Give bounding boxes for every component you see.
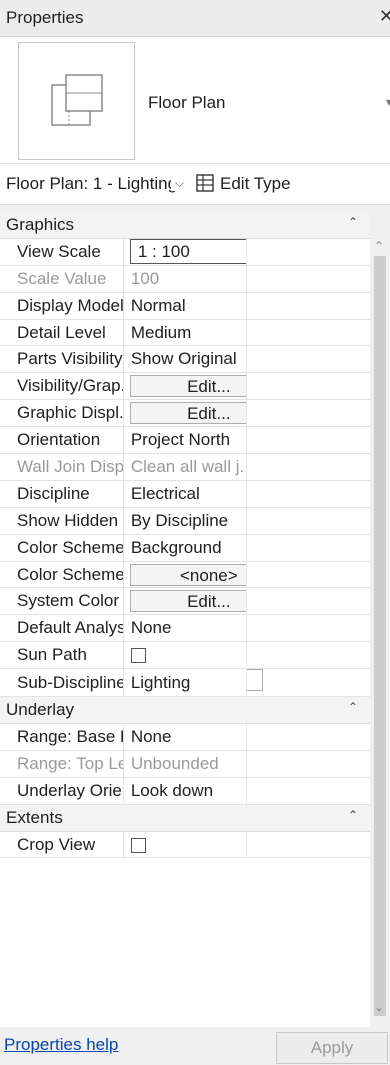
property-row[interactable]: Sun Path [0, 641, 370, 670]
properties-help-link[interactable]: Properties help [4, 1035, 118, 1055]
graphic-display-edit-button[interactable]: Edit... [129, 402, 246, 425]
instance-selector-bar: Floor Plan: 1 - Lighting ⌵ Edit Type [0, 163, 390, 205]
apply-button[interactable]: Apply [276, 1032, 388, 1064]
type-selector[interactable]: Floor Plan ▾ [0, 37, 390, 163]
property-row[interactable]: Color Scheme <none> [0, 561, 370, 589]
property-row[interactable]: View Scale 1 : 100 [0, 238, 370, 266]
collapse-icon[interactable]: ⌃ [348, 215, 358, 229]
property-name: Show Hidden ... [0, 507, 124, 535]
collapse-icon[interactable]: ⌃ [348, 700, 358, 714]
group-label: Extents [6, 807, 63, 827]
sun-path-checkbox[interactable] [130, 648, 146, 664]
property-name: Underlay Orie... [0, 777, 124, 805]
property-value[interactable]: Project North [123, 426, 248, 455]
instance-filter-dropdown[interactable]: Floor Plan: 1 - Lighting [6, 174, 177, 194]
edit-type-icon[interactable] [196, 174, 214, 192]
property-value[interactable]: By Discipline [123, 507, 248, 535]
property-row[interactable]: Detail Level Medium [0, 319, 370, 347]
property-row: Scale Value 1: 100 [0, 265, 370, 293]
property-value[interactable]: None [123, 614, 248, 643]
system-color-edit-button[interactable]: Edit... [129, 590, 246, 613]
type-family-name: Floor Plan [148, 93, 226, 112]
property-row[interactable]: Show Hidden ... By Discipline [0, 507, 370, 535]
property-name: Default Analys... [0, 614, 124, 643]
property-row: Range: Top Le... Unbounded [0, 750, 370, 778]
property-row[interactable]: System Color ... Edit... [0, 587, 370, 616]
property-row[interactable]: Graphic Displ... Edit... [0, 399, 370, 428]
property-name: Orientation [0, 426, 124, 455]
property-name: Detail Level [0, 319, 124, 347]
group-header-underlay[interactable]: Underlay ⌃ [0, 696, 370, 725]
property-name: Range: Base L... [0, 723, 124, 751]
properties-footer: Properties help Apply [0, 1027, 390, 1065]
property-value: Unbounded [123, 750, 248, 778]
vertical-scrollbar[interactable]: ⌃ ⌄ [370, 239, 390, 1027]
property-name: Sun Path [0, 641, 124, 670]
property-value[interactable]: Electrical [123, 480, 248, 508]
properties-grid: Graphics ⌃ View Scale 1 : 100 Scale Value… [0, 212, 370, 1027]
crop-view-checkbox[interactable] [130, 837, 146, 853]
group-label: Underlay [6, 700, 75, 720]
property-row[interactable]: Default Analys... None [0, 614, 370, 643]
property-name: Display Model [0, 292, 124, 320]
property-value[interactable]: Show Original [123, 345, 248, 374]
sub-discipline-edit-box[interactable] [246, 669, 264, 692]
collapse-icon[interactable]: ⌃ [348, 808, 358, 822]
property-row[interactable]: Sub-Discipline Lighting [0, 668, 370, 698]
property-value: Clean all wall j... [123, 453, 248, 481]
property-value[interactable]: Background [123, 534, 248, 562]
property-name: Wall Join Disp... [0, 453, 124, 481]
edit-type-button[interactable]: Edit Type [220, 174, 291, 194]
property-name: Color Scheme ... [0, 534, 124, 562]
property-row[interactable]: Color Scheme ... Background [0, 534, 370, 562]
property-row[interactable]: Crop View [0, 831, 370, 859]
property-value: 100 [123, 265, 248, 293]
property-value[interactable]: Lighting [123, 668, 248, 698]
property-name: Scale Value 1: [0, 265, 124, 293]
property-row[interactable]: Discipline Electrical [0, 480, 370, 508]
panel-title: Properties [6, 8, 84, 27]
property-name: Crop View [0, 831, 124, 859]
property-row[interactable]: Visibility/Grap... Edit... [0, 372, 370, 401]
property-name: System Color ... [0, 587, 124, 616]
properties-title-bar: Properties ✕ [0, 0, 390, 37]
property-row[interactable]: Display Model Normal [0, 292, 370, 320]
property-row: Wall Join Disp... Clean all wall j... [0, 453, 370, 481]
scroll-down-icon[interactable]: ⌄ [374, 1000, 384, 1014]
scrollbar-thumb[interactable] [374, 256, 386, 1016]
property-value[interactable]: None [123, 723, 248, 751]
view-scale-field[interactable]: 1 : 100 [129, 239, 246, 265]
close-icon[interactable]: ✕ [379, 6, 390, 27]
group-header-graphics[interactable]: Graphics ⌃ [0, 212, 370, 239]
color-scheme-button[interactable]: <none> [129, 563, 246, 586]
property-value[interactable]: Medium [123, 319, 248, 347]
property-name: View Scale [0, 238, 124, 266]
property-row[interactable]: Range: Base L... None [0, 723, 370, 751]
chevron-down-icon[interactable]: ⌵ [171, 176, 185, 191]
group-label: Graphics [6, 214, 75, 234]
scroll-up-icon[interactable]: ⌃ [374, 239, 384, 253]
property-name: Color Scheme [0, 561, 124, 589]
property-value[interactable]: Normal [123, 292, 248, 320]
chevron-down-icon[interactable]: ▾ [386, 95, 390, 109]
property-row[interactable]: Underlay Orie... Look down [0, 777, 370, 805]
property-row[interactable]: Orientation Project North [0, 426, 370, 455]
property-value[interactable]: Look down [123, 777, 248, 805]
property-name: Sub-Discipline [0, 668, 124, 698]
visibility-graphics-edit-button[interactable]: Edit... [129, 375, 246, 398]
property-name: Parts Visibility [0, 345, 124, 374]
floor-plan-icon [18, 42, 135, 160]
property-name: Range: Top Le... [0, 750, 124, 778]
property-name: Visibility/Grap... [0, 372, 124, 401]
property-name: Discipline [0, 480, 124, 508]
property-row[interactable]: Parts Visibility Show Original [0, 345, 370, 374]
property-name: Graphic Displ... [0, 399, 124, 428]
group-header-extents[interactable]: Extents ⌃ [0, 804, 370, 832]
